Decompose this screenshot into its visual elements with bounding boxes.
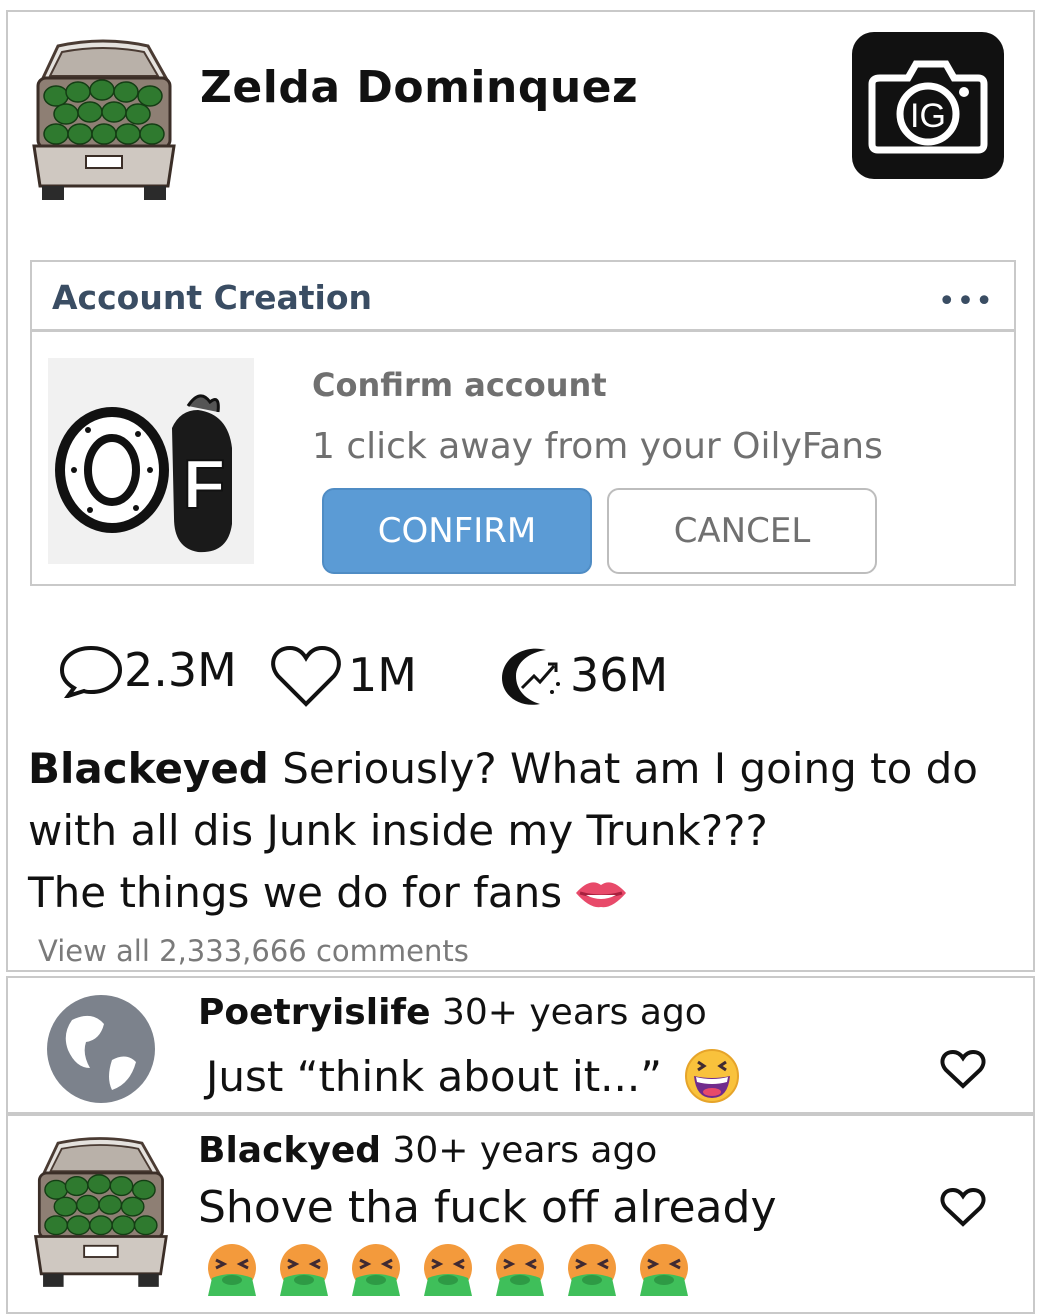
confirm-button[interactable]: CONFIRM [322, 488, 592, 574]
caption-line-2: with all dis Junk inside my Trunk??? [28, 806, 768, 855]
caption-text-3: The things we do for fans [28, 868, 563, 917]
comment-item: Poetryislife 30+ years ago Just “think a… [6, 976, 1035, 1114]
comment-like-heart-icon[interactable] [940, 1186, 986, 1228]
heart-icon [271, 645, 341, 707]
dialog-title: Account Creation [52, 278, 372, 317]
comment-header: Blackyed 30+ years ago [198, 1130, 657, 1171]
comment-count: 2.3M [124, 643, 237, 697]
comment-text: Just “think about it...” [206, 1051, 662, 1101]
oilyfans-logo: F [48, 358, 254, 564]
vomiting-face-icon [352, 1244, 400, 1296]
vomiting-face-icon [496, 1244, 544, 1296]
profile-username[interactable]: Zelda Dominquez [200, 62, 638, 113]
ig-camera-button[interactable]: IG [852, 32, 1004, 179]
lips-icon [576, 882, 627, 908]
caption-line-3: The things we do for fans [28, 862, 1008, 924]
comment-item: Blackyed 30+ years ago Shove tha fuck of… [6, 1114, 1035, 1314]
account-creation-dialog: Account Creation ••• F Confirm account 1… [30, 260, 1016, 586]
comment-time: 30+ years ago [392, 1130, 658, 1171]
comment-body: Just “think about it...” [206, 1048, 740, 1104]
car-trunk-avatar-image [33, 1137, 168, 1287]
more-options-icon[interactable]: ••• [938, 284, 994, 319]
caption-author[interactable]: Blackeyed [28, 744, 269, 793]
cancel-button[interactable]: CANCEL [607, 488, 877, 574]
comment-avatar[interactable] [30, 1130, 170, 1300]
confirm-account-title: Confirm account [312, 366, 607, 404]
comment-author[interactable]: Poetryislife [198, 992, 431, 1033]
vomiting-face-icon [424, 1244, 472, 1296]
vomiting-face-icon [208, 1244, 256, 1296]
camera-icon: IG [868, 60, 988, 154]
comment-bubble-icon [59, 645, 123, 698]
vomiting-face-icon [568, 1244, 616, 1296]
comment-count-stat[interactable]: 2.3M [58, 642, 237, 698]
caption-line-1: Blackeyed Seriously? What am I going to … [28, 738, 1008, 800]
view-all-comments-link[interactable]: View all 2,333,666 comments [38, 934, 469, 968]
post-caption: Blackeyed Seriously? What am I going to … [28, 738, 1008, 924]
repost-count-stat[interactable]: 36M [496, 642, 668, 708]
profile-avatar[interactable] [28, 38, 178, 208]
caption-text-1: Seriously? What am I going to do [282, 744, 979, 793]
like-count-stat[interactable]: 1M [270, 642, 417, 708]
svg-text:F: F [183, 445, 226, 523]
confirm-account-subtitle: 1 click away from your OilyFans [312, 426, 883, 467]
grinning-face-icon [685, 1049, 739, 1103]
ig-label: IG [910, 97, 946, 135]
vomiting-face-icon [640, 1244, 688, 1296]
comment-text: Shove tha fuck off already [198, 1182, 777, 1233]
like-count: 1M [348, 648, 417, 702]
emoji-row [204, 1242, 692, 1298]
of-logo-image: F [55, 394, 232, 553]
moon-trend-icon [502, 648, 560, 705]
vomiting-face-icon [280, 1244, 328, 1296]
comment-time: 30+ years ago [441, 992, 707, 1033]
car-trunk-avatar-image [32, 39, 176, 200]
globe-avatar-icon[interactable] [42, 990, 160, 1108]
comment-header: Poetryislife 30+ years ago [198, 992, 707, 1033]
comment-author[interactable]: Blackyed [198, 1130, 381, 1171]
comment-like-heart-icon[interactable] [940, 1048, 986, 1090]
repost-count: 36M [570, 648, 669, 702]
dialog-header: Account Creation ••• [32, 262, 1014, 332]
